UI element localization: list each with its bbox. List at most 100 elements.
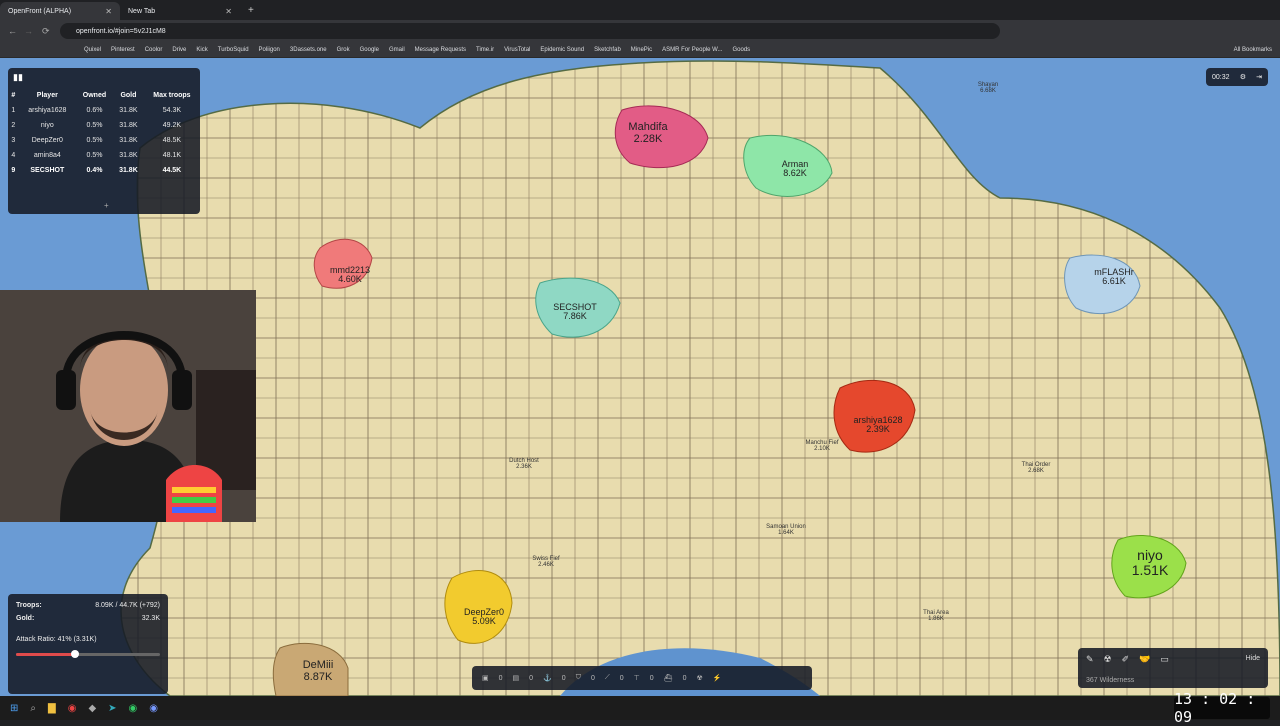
leaderboard-table: # Player Owned Gold Max troops 1 arshiya… <box>8 88 200 178</box>
bookmark-item[interactable]: Goods <box>732 47 750 53</box>
owned: 0.5% <box>86 152 103 159</box>
player: SECSHOT <box>30 167 65 174</box>
tab-openfront[interactable]: OpenFront (ALPHA) ✕ <box>0 2 120 20</box>
bookmark-item[interactable]: Time.ir <box>476 47 494 53</box>
bookmark-item[interactable]: Poliigon <box>259 47 280 53</box>
leaderboard-header: # Player Owned Gold Max troops <box>8 88 200 103</box>
tab-title: New Tab <box>128 7 156 15</box>
back-icon[interactable]: ← <box>8 26 17 36</box>
player-troops: 8.62K <box>783 168 807 179</box>
spotify-icon[interactable]: ◉ <box>129 703 138 714</box>
url-input[interactable]: openfront.io/#join=5v2J1cM8 <box>60 23 1000 39</box>
bookmark-item[interactable]: All Bookmarks <box>1234 47 1280 53</box>
attack-ratio-handle[interactable] <box>71 650 80 658</box>
folder-icon[interactable]: ▇ <box>48 703 56 714</box>
col-player[interactable]: Player <box>19 88 76 103</box>
map-label-secshot: SECSHOT 7.86K <box>545 302 605 322</box>
chat-icon[interactable]: ▭ <box>1160 654 1169 665</box>
attack-ratio-slider[interactable] <box>16 650 160 658</box>
tab-new[interactable]: New Tab ✕ <box>120 2 240 20</box>
bookmark-item[interactable]: Grok <box>337 47 350 53</box>
bookmark-item[interactable]: Gmail <box>389 47 405 53</box>
missile-silo-icon[interactable]: ⟋ <box>605 674 610 682</box>
bookmark-item[interactable]: TurboSquid <box>218 47 249 53</box>
bookmark-item[interactable]: Sketchfab <box>594 47 621 53</box>
expand-leaderboard-button[interactable]: + <box>104 201 109 210</box>
build-count: 0 <box>561 674 566 682</box>
reload-icon[interactable]: ⟳ <box>42 26 50 37</box>
owned: 0.5% <box>86 137 103 144</box>
player-troops: 5.09K <box>472 616 496 627</box>
chrome-icon[interactable]: ◉ <box>68 703 77 714</box>
player-name: DeMiii <box>302 659 334 671</box>
rank: 1 <box>11 107 16 114</box>
bookmark-item[interactable]: Kick <box>196 47 207 53</box>
telegram-icon[interactable]: ➤ <box>108 703 116 714</box>
build-count: 0 <box>619 674 624 682</box>
sam-launcher-icon[interactable]: ⊤ <box>634 674 640 682</box>
table-row-self[interactable]: 9 SECSHOT 0.4% 31.8K 44.5K <box>8 163 200 178</box>
table-row[interactable]: 4 amin8a4 0.5% 31.8K 48.1K <box>8 148 200 163</box>
bookmark-item[interactable]: Quixel <box>84 47 101 53</box>
map-label-niyo: niyo 1.51K <box>1120 548 1180 577</box>
build-count: 0 <box>498 674 503 682</box>
nuke-icon[interactable]: ☢ <box>1104 654 1112 665</box>
close-icon[interactable]: ✕ <box>105 7 112 16</box>
player: DeepZer0 <box>31 137 63 144</box>
bar-chart-icon[interactable]: ▮▮ <box>13 72 23 83</box>
player-name: niyo <box>1137 547 1163 563</box>
bookmark-item[interactable]: 3Dassets.one <box>290 47 327 53</box>
city-icon[interactable]: ▣ <box>482 674 489 682</box>
bookmark-item[interactable]: VirusTotal <box>504 47 530 53</box>
gold: 31.8K <box>119 137 138 144</box>
bookmark-item[interactable]: Google <box>360 47 379 53</box>
warship-icon[interactable]: ⛴ <box>664 674 673 682</box>
map-label-mmd2213: mmd2213 4.60K <box>320 265 380 285</box>
bookmark-item[interactable]: MinePic <box>631 47 652 53</box>
gear-icon[interactable]: ⚙ <box>1240 73 1246 81</box>
table-row[interactable]: 1 arshiya1628 0.6% 31.8K 54.3K <box>8 103 200 118</box>
start-icon[interactable]: ⊞ <box>10 703 18 714</box>
table-row[interactable]: 3 DeepZer0 0.5% 31.8K 48.5K <box>8 133 200 148</box>
tools-panel: ✎ ☢ ✐ 🤝 ▭ Hide 367 Wilderness <box>1078 648 1268 688</box>
bookmark-item[interactable]: Message Requests <box>415 47 466 53</box>
handshake-icon[interactable]: 🤝 <box>1139 654 1150 665</box>
troops: 44.5K <box>162 167 182 174</box>
col-owned[interactable]: Owned <box>76 88 113 103</box>
app-icon[interactable]: ◆ <box>88 703 96 714</box>
bookmark-item[interactable]: ASMR For People W... <box>662 47 722 53</box>
pen-icon[interactable]: ✐ <box>1122 654 1130 665</box>
build-bar: ▣ 0 ▤ 0 ⚓ 0 ⛉ 0 ⟋ 0 ⊤ 0 ⛴ 0 ☢ ⚡ <box>472 666 812 690</box>
defense-post-icon[interactable]: ⛉ <box>576 674 581 682</box>
gold-row: Gold: 32.3K <box>16 615 160 622</box>
factory-icon[interactable]: ▤ <box>513 674 520 682</box>
atom-bomb-icon[interactable]: ☢ <box>696 674 702 682</box>
bookmark-item[interactable]: Drive <box>172 47 186 53</box>
map-label-demiii: DeMiii 8.87K <box>288 659 348 683</box>
search-icon[interactable]: ⌕ <box>30 703 36 714</box>
map-label-deepzer0: DeepZer0 5.09K <box>456 607 512 627</box>
bookmark-item[interactable]: Coolor <box>145 47 163 53</box>
bookmark-item[interactable]: Pinterest <box>111 47 135 53</box>
game-canvas[interactable]: Mahdifa 2.28K Arman 8.62K mmd2213 4.60K … <box>0 58 1280 696</box>
bookmark-item[interactable]: Epidemic Sound <box>540 47 584 53</box>
pencil-icon[interactable]: ✎ <box>1086 654 1094 665</box>
build-count: 0 <box>529 674 534 682</box>
player-troops: 7.86K <box>563 311 587 322</box>
discord-icon[interactable]: ◉ <box>149 703 158 714</box>
hydrogen-bomb-icon[interactable]: ⚡ <box>713 674 722 682</box>
exit-icon[interactable]: ⇥ <box>1256 73 1262 81</box>
col-gold[interactable]: Gold <box>113 88 144 103</box>
tab-title: OpenFront (ALPHA) <box>8 7 72 15</box>
troops: 49.2K <box>162 122 182 129</box>
port-icon[interactable]: ⚓ <box>543 674 552 682</box>
table-row[interactable]: 2 niyo 0.5% 31.8K 49.2K <box>8 118 200 133</box>
hide-button[interactable]: Hide <box>1246 655 1260 662</box>
close-icon[interactable]: ✕ <box>225 7 232 16</box>
continent <box>120 60 1280 696</box>
gold: 31.8K <box>119 167 138 174</box>
forward-icon[interactable]: → <box>24 26 33 36</box>
new-tab-icon[interactable]: + <box>248 5 254 16</box>
col-max-troops[interactable]: Max troops <box>144 88 200 103</box>
map-label-shayan: Shayan 6.68K <box>962 82 1014 95</box>
